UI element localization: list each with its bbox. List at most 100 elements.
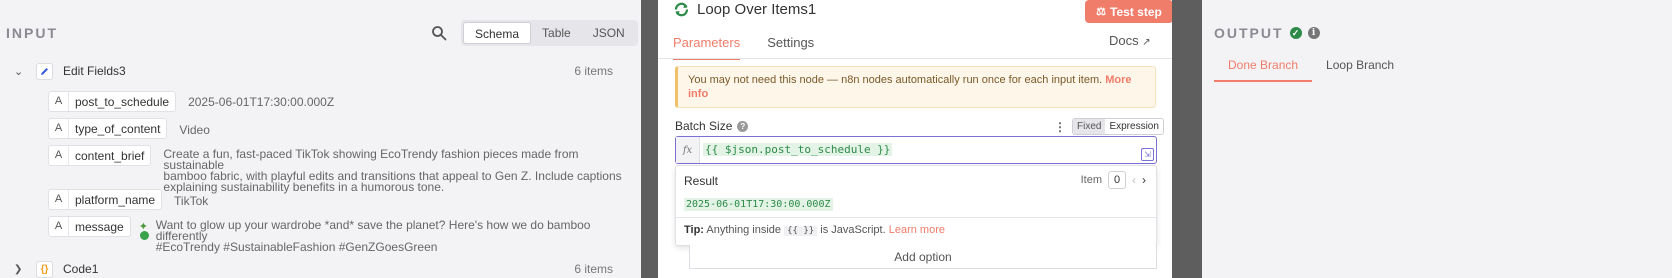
field-value: TikTok <box>174 194 209 208</box>
tip-text: Tip: Anything inside {{ }} is JavaScript… <box>684 224 945 236</box>
fx-icon: fx <box>676 137 700 163</box>
field-key-chip[interactable]: Acontent_brief <box>48 145 152 166</box>
node-name: Edit Fields3 <box>63 64 126 78</box>
test-step-label: Test step <box>1110 4 1162 19</box>
chevron-left-icon[interactable]: ‹ <box>1132 173 1136 187</box>
string-type-icon: A <box>49 190 69 209</box>
mode-toggle: ⋮ Fixed Expression <box>1054 118 1164 135</box>
batch-size-label: Batch Size ? <box>675 119 749 133</box>
node-header: Loop Over Items1 <box>673 1 816 18</box>
code-icon: {} <box>36 260 53 278</box>
field-value: 2025-06-01T17:30:00.000Z <box>188 95 335 109</box>
mode-expression[interactable]: Expression <box>1105 119 1163 134</box>
output-header: OUTPUT ✓ i <box>1214 25 1320 41</box>
field-value: ✦ Want to glow up your wardrobe *and* sa… <box>139 218 641 254</box>
field-platform-name: Aplatform_name TikTok <box>48 189 208 210</box>
view-tab-json[interactable]: JSON <box>582 22 636 44</box>
success-check-icon: ✓ <box>1289 27 1302 39</box>
result-separator <box>676 217 1156 218</box>
tip-bold: Tip: <box>684 224 704 236</box>
output-panel: OUTPUT ✓ i Done Branch Loop Branch <box>1202 0 1672 278</box>
field-key: content_brief <box>75 148 145 163</box>
node-code1[interactable]: ❯ {} Code1 6 items <box>0 260 628 278</box>
tab-parameters[interactable]: Parameters <box>673 33 741 60</box>
chevron-right-icon[interactable]: ❯ <box>14 264 22 275</box>
flask-icon: ⚖ <box>1096 6 1107 18</box>
tip-code: {{ }} <box>784 226 818 236</box>
view-toggle: Schema Table JSON <box>461 20 638 46</box>
field-key: platform_name <box>75 192 156 207</box>
learn-more-link[interactable]: Learn more <box>889 224 945 236</box>
result-value: 2025-06-01T17:30:00.000Z <box>684 198 833 211</box>
panel-divider <box>641 0 658 278</box>
tab-done-branch[interactable]: Done Branch <box>1214 58 1313 82</box>
info-notice: You may not need this node — n8n nodes a… <box>675 66 1156 108</box>
docs-link[interactable]: Docs ↗ <box>1109 33 1151 48</box>
expression-value[interactable]: {{ $json.post_to_schedule }} <box>703 143 893 156</box>
fixed-expression-toggle: Fixed Expression <box>1072 118 1164 135</box>
notice-text: You may not need this node — n8n nodes a… <box>688 74 1103 86</box>
field-key-chip[interactable]: Apost_to_schedule <box>48 91 177 112</box>
mode-fixed[interactable]: Fixed <box>1073 119 1106 134</box>
more-options-icon[interactable]: ⋮ <box>1054 120 1066 134</box>
field-value-line: Want to glow up your wardrobe *and* save… <box>155 218 591 243</box>
view-tab-table[interactable]: Table <box>531 22 582 44</box>
tab-settings[interactable]: Settings <box>767 33 814 60</box>
item-selector: Item 0 ‹ › <box>1081 171 1146 189</box>
branch-tabs: Done Branch Loop Branch <box>1214 58 1408 82</box>
field-type-of-content: Atype_of_content Video <box>48 118 210 139</box>
parameter-tabs: Parameters Settings <box>673 33 814 60</box>
external-link-icon: ↗ <box>1142 37 1151 48</box>
field-message: Amessage ✦ Want to glow up your wardrobe… <box>48 216 641 253</box>
chevron-right-icon[interactable]: › <box>1142 173 1146 187</box>
field-value-line: explaining sustainability benefits in a … <box>163 180 445 194</box>
node-settings-panel: Loop Over Items1 ⚖ Test step Parameters … <box>658 0 1172 278</box>
more-info-link-text: More <box>1105 74 1132 86</box>
expression-result-popup: Result Item 0 ‹ › 2025-06-01T17:30:00.00… <box>675 165 1157 246</box>
input-panel: INPUT Schema Table JSON ⌄ Edit Fields3 6… <box>0 0 641 278</box>
search-icon[interactable] <box>431 25 447 41</box>
field-key-chip[interactable]: Aplatform_name <box>48 189 163 210</box>
output-title: OUTPUT <box>1214 25 1284 41</box>
batch-size-text: Batch Size <box>675 119 733 133</box>
string-type-icon: A <box>49 119 69 138</box>
loop-icon <box>674 2 689 17</box>
field-value-line: #EcoTrendy #SustainableFashion #GenZGoes… <box>155 240 438 254</box>
field-content-brief: Acontent_brief Create a fun, fast-paced … <box>48 145 641 193</box>
field-key: post_to_schedule <box>75 94 170 109</box>
string-type-icon: A <box>49 92 69 111</box>
field-post-to-schedule: Apost_to_schedule 2025-06-01T17:30:00.00… <box>48 91 334 112</box>
field-key-chip[interactable]: Amessage <box>48 216 131 237</box>
field-key-chip[interactable]: Atype_of_content <box>48 118 168 139</box>
field-value: Create a fun, fast-paced TikTok showing … <box>163 147 641 194</box>
view-tab-schema[interactable]: Schema <box>463 22 532 44</box>
expression-input[interactable]: fx {{ $json.post_to_schedule }} ⇲ <box>675 136 1157 164</box>
docs-label: Docs <box>1109 33 1139 48</box>
green-heart-icon <box>139 231 149 240</box>
result-label: Result <box>684 174 719 188</box>
node-edit-fields3[interactable]: ⌄ Edit Fields3 6 items <box>0 62 628 80</box>
add-option-button[interactable]: Add option <box>689 245 1157 269</box>
tip-text-part: Anything inside <box>706 224 782 236</box>
item-index-input[interactable]: 0 <box>1108 171 1126 189</box>
help-icon[interactable]: ? <box>737 120 749 132</box>
node-item-count: 6 items <box>574 262 613 276</box>
node-name: Code1 <box>63 262 99 276</box>
test-step-button[interactable]: ⚖ Test step <box>1085 0 1172 23</box>
field-value: Video <box>179 123 210 137</box>
string-type-icon: A <box>49 217 69 236</box>
tab-loop-branch[interactable]: Loop Branch <box>1312 58 1408 82</box>
field-key: message <box>75 219 124 234</box>
tab-underline <box>658 58 1172 59</box>
panel-divider <box>1172 0 1202 278</box>
expand-icon[interactable]: ⇲ <box>1141 148 1154 161</box>
info-icon[interactable]: i <box>1307 27 1320 39</box>
node-title[interactable]: Loop Over Items1 <box>697 1 816 18</box>
item-label: Item <box>1080 174 1102 186</box>
string-type-icon: A <box>49 146 69 165</box>
chevron-down-icon[interactable]: ⌄ <box>14 65 23 78</box>
more-info-link-text: info <box>688 88 709 100</box>
pencil-icon <box>36 62 53 80</box>
tip-text-part: is JavaScript. <box>820 224 886 236</box>
field-value-line: Create a fun, fast-paced TikTok showing … <box>163 147 579 172</box>
